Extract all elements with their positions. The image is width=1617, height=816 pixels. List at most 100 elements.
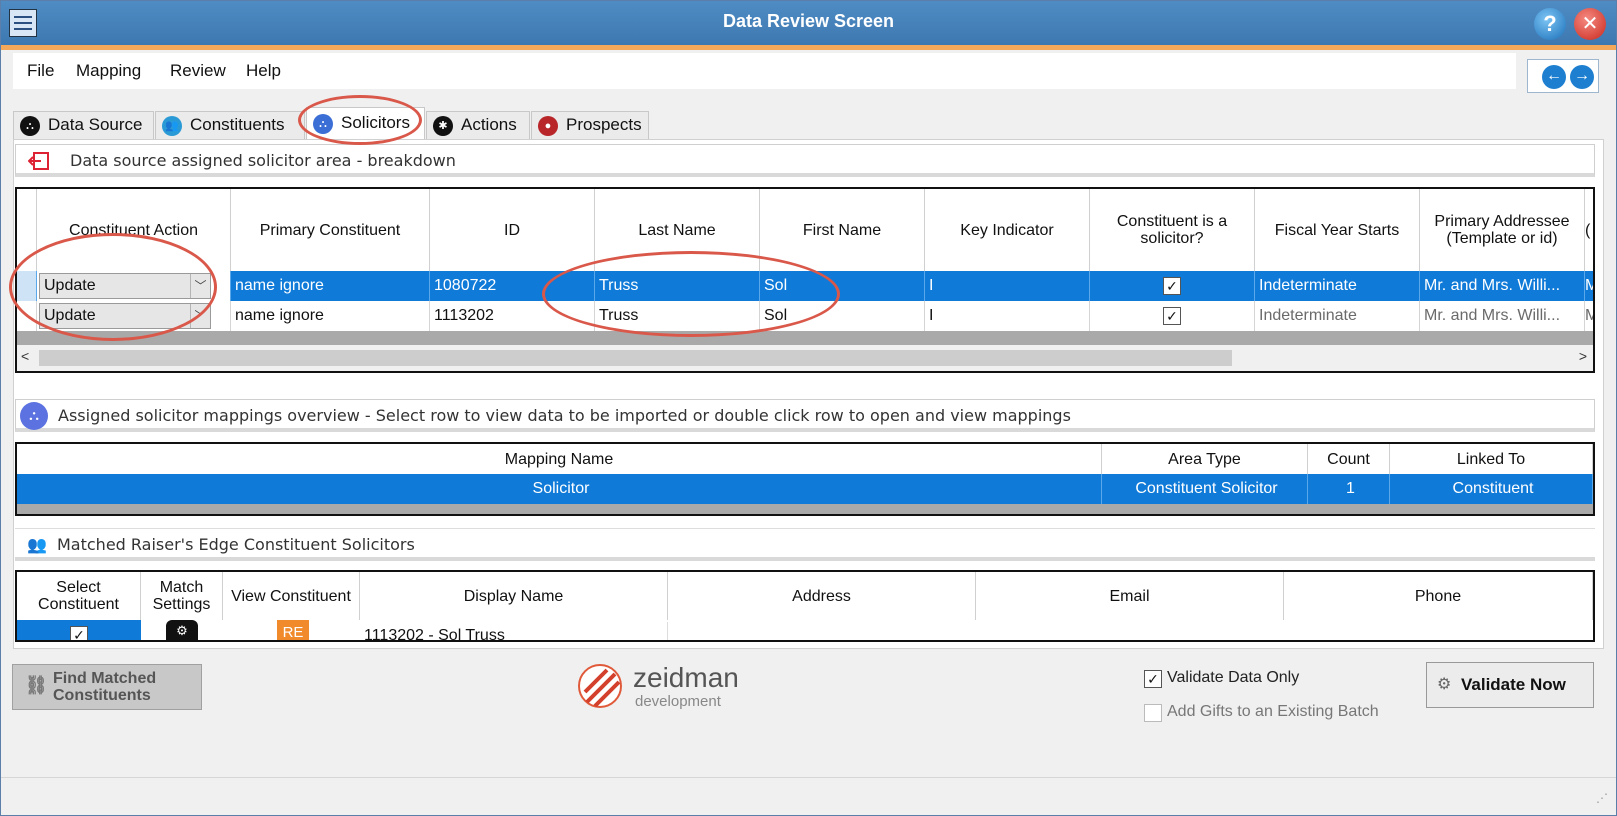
is-solicitor-checkbox[interactable]: ✓ <box>1163 307 1181 325</box>
last-name-cell[interactable]: Truss <box>595 301 760 331</box>
addressee-cell[interactable]: Mr. and Mrs. Willi... <box>1420 301 1585 331</box>
row-header[interactable] <box>17 301 37 331</box>
dropdown-value: Update <box>44 307 96 324</box>
horizontal-scrollbar[interactable]: < > <box>17 345 1593 371</box>
window-title: Data Review Screen <box>722 11 895 31</box>
button-label: Find Matched Constituents <box>53 670 157 704</box>
col-area-type[interactable]: Area Type <box>1102 444 1308 474</box>
hierarchy-icon: ⛬ <box>20 402 48 430</box>
validate-only-label: Validate Data Only <box>1167 669 1300 686</box>
action-cell: Update ﹀ <box>37 271 231 301</box>
col-email[interactable]: Email <box>976 572 1284 620</box>
is-solicitor-checkbox[interactable]: ✓ <box>1163 277 1181 295</box>
area-type-cell[interactable]: Constituent Solicitor <box>1102 474 1308 504</box>
chevron-down-icon: ﹀ <box>190 274 210 298</box>
key-indicator-cell[interactable]: I <box>925 271 1090 301</box>
col-linked-to[interactable]: Linked To <box>1390 444 1593 474</box>
chevron-down-icon: ﹀ <box>190 304 210 328</box>
is-solicitor-cell: ✓ <box>1090 301 1255 331</box>
select-constituent-checkbox[interactable]: ✓ <box>70 626 88 640</box>
id-cell[interactable]: 1080722 <box>430 271 595 301</box>
logo-sub: development <box>635 693 721 710</box>
tab-solicitors[interactable]: ⛬ Solicitors <box>306 107 425 139</box>
validate-only-checkbox[interactable]: ✓ <box>1144 670 1162 688</box>
col-extra[interactable]: ( <box>1585 189 1593 271</box>
resize-grip-icon[interactable]: ⋰ <box>1596 791 1608 805</box>
col-address[interactable]: Address <box>668 572 976 620</box>
addressee-cell[interactable]: Mr. and Mrs. Willi... <box>1420 271 1585 301</box>
col-phone[interactable]: Phone <box>1284 572 1593 620</box>
tab-label: Actions <box>461 115 517 134</box>
solicitor-breakdown-grid: Constituent Action Primary Constituent I… <box>15 187 1595 373</box>
button-label: Validate Now <box>1461 675 1566 694</box>
row-header[interactable] <box>17 271 37 301</box>
data-source-icon: ⛬ <box>20 116 40 136</box>
col-display-name[interactable]: Display Name <box>360 572 668 620</box>
fiscal-cell[interactable]: Indeterminate <box>1255 271 1420 301</box>
menu-help[interactable]: Help <box>246 61 281 81</box>
menu-mapping[interactable]: Mapping <box>76 61 141 81</box>
dropdown-value: Update <box>44 277 96 294</box>
col-view-constituent[interactable]: View Constituent <box>223 572 360 620</box>
exit-arrow-icon <box>28 152 49 170</box>
mapping-name-cell[interactable]: Solicitor <box>17 474 1102 504</box>
re-constituent-icon[interactable]: RE <box>277 620 309 640</box>
zeidman-logo-mark-icon <box>578 664 622 708</box>
extra-cell[interactable]: Mr. <box>1585 271 1593 301</box>
logo-name: zeidman <box>633 662 739 693</box>
menu-bar: File Mapping Review Help <box>13 53 1516 89</box>
constituents-icon: 👥 <box>162 116 182 136</box>
first-name-cell[interactable]: Sol <box>760 271 925 301</box>
first-name-cell[interactable]: Sol <box>760 301 925 331</box>
col-primary-addressee[interactable]: Primary Addressee (Template or id) <box>1420 189 1585 271</box>
col-fiscal-year[interactable]: Fiscal Year Starts <box>1255 189 1420 271</box>
last-name-cell[interactable]: Truss <box>595 271 760 301</box>
action-dropdown[interactable]: Update ﹀ <box>39 303 211 329</box>
tab-actions[interactable]: ✱ Actions <box>426 111 530 139</box>
scroll-left-icon[interactable]: < <box>21 348 29 364</box>
people-icon: 👥 <box>27 535 47 554</box>
zeidman-logo: zeidman development <box>577 658 757 712</box>
action-dropdown[interactable]: Update ﹀ <box>39 273 211 299</box>
key-indicator-cell[interactable]: I <box>925 301 1090 331</box>
col-primary-constituent[interactable]: Primary Constituent <box>231 189 430 271</box>
match-settings-icon[interactable]: ⚙ <box>166 620 198 640</box>
id-cell[interactable]: 1113202 <box>430 301 595 331</box>
menu-file[interactable]: File <box>27 61 54 81</box>
fiscal-cell[interactable]: Indeterminate <box>1255 301 1420 331</box>
scroll-thumb[interactable] <box>39 350 1232 366</box>
extra-cell[interactable]: Mr. <box>1585 301 1593 331</box>
col-select-constituent[interactable]: Select Constituent <box>17 572 141 620</box>
linked-to-cell[interactable]: Constituent <box>1390 474 1593 504</box>
col-count[interactable]: Count <box>1308 444 1390 474</box>
count-cell[interactable]: 1 <box>1308 474 1390 504</box>
close-icon[interactable]: ✕ <box>1574 8 1606 40</box>
col-id[interactable]: ID <box>430 189 595 271</box>
tab-label: Constituents <box>190 115 285 134</box>
add-gifts-checkbox[interactable] <box>1144 704 1162 722</box>
col-is-solicitor[interactable]: Constituent is a solicitor? <box>1090 189 1255 271</box>
tab-constituents[interactable]: 👥 Constituents <box>155 111 305 139</box>
col-last-name[interactable]: Last Name <box>595 189 760 271</box>
primary-cell[interactable]: name ignore <box>231 301 430 331</box>
mappings-grid: Mapping Name Area Type Count Linked To S… <box>15 442 1595 516</box>
col-first-name[interactable]: First Name <box>760 189 925 271</box>
col-match-settings[interactable]: Match Settings <box>141 572 223 620</box>
mappings-overview-header: ⛬ Assigned solicitor mappings overview -… <box>15 399 1595 432</box>
scroll-right-icon[interactable]: > <box>1579 348 1587 364</box>
menu-review[interactable]: Review <box>170 61 226 81</box>
tab-data-source[interactable]: ⛬ Data Source <box>13 111 154 139</box>
tab-prospects[interactable]: ● Prospects <box>531 111 649 139</box>
add-gifts-label: Add Gifts to an Existing Batch <box>1167 703 1379 720</box>
col-constituent-action[interactable]: Constituent Action <box>37 189 231 271</box>
primary-cell[interactable]: name ignore <box>231 271 430 301</box>
forward-arrow-icon[interactable]: → <box>1570 65 1594 89</box>
validate-now-button[interactable]: ⚙ Validate Now <box>1426 662 1594 708</box>
find-matched-button[interactable]: ⛓ Find Matched Constituents <box>12 664 202 710</box>
help-icon[interactable]: ? <box>1534 8 1566 40</box>
back-arrow-icon[interactable]: ← <box>1542 65 1566 89</box>
col-key-indicator[interactable]: Key Indicator <box>925 189 1090 271</box>
matched-solicitors-header: 👥 Matched Raiser's Edge Constituent Soli… <box>15 528 1595 561</box>
display-name-cell[interactable]: 1113202 - Sol Truss <box>360 622 668 640</box>
col-mapping-name[interactable]: Mapping Name <box>17 444 1102 474</box>
